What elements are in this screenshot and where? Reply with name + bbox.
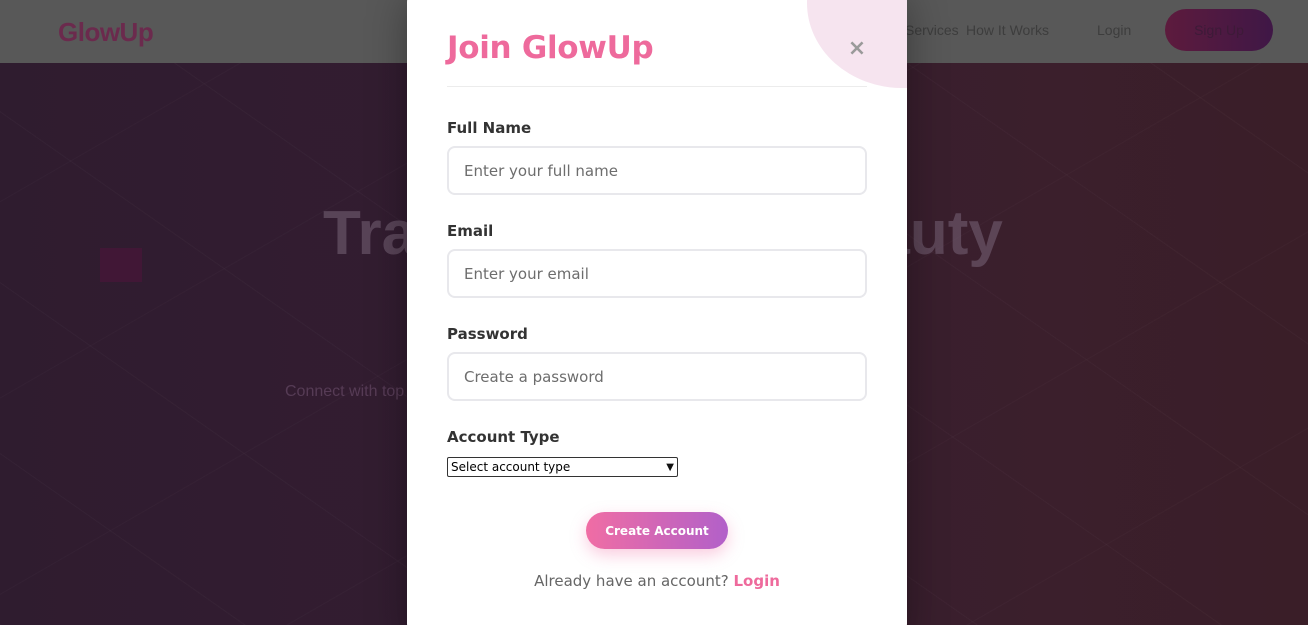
modal-title: Join GlowUp: [447, 30, 654, 66]
create-account-button[interactable]: Create Account: [586, 512, 728, 549]
login-prompt: Already have an account? Login: [407, 572, 907, 590]
full-name-label: Full Name: [447, 119, 532, 137]
email-label: Email: [447, 222, 494, 240]
close-button[interactable]: ×: [847, 35, 867, 61]
login-prompt-text: Already have an account?: [534, 572, 729, 590]
nav-link-how-it-works[interactable]: How It Works: [966, 22, 1049, 38]
signup-modal: Join GlowUp × Full Name Email Password A…: [407, 0, 907, 625]
login-link[interactable]: Login: [733, 572, 779, 590]
password-input[interactable]: [447, 352, 867, 401]
chevron-down-icon: ▼: [666, 461, 674, 473]
nav-link-services[interactable]: Services: [905, 22, 959, 38]
password-label: Password: [447, 325, 528, 343]
logo[interactable]: GlowUp: [58, 17, 154, 48]
close-icon: ×: [847, 35, 867, 61]
full-name-input[interactable]: [447, 146, 867, 195]
title-divider: [447, 86, 867, 87]
nav-link-login[interactable]: Login: [1097, 22, 1131, 38]
nav-signup-button[interactable]: Sign Up: [1165, 9, 1273, 51]
account-type-select[interactable]: Select account type ▼: [447, 457, 678, 477]
email-input[interactable]: [447, 249, 867, 298]
account-type-selected-value: Select account type: [451, 460, 571, 474]
hero-decoration: [100, 248, 142, 282]
account-type-label: Account Type: [447, 428, 560, 446]
